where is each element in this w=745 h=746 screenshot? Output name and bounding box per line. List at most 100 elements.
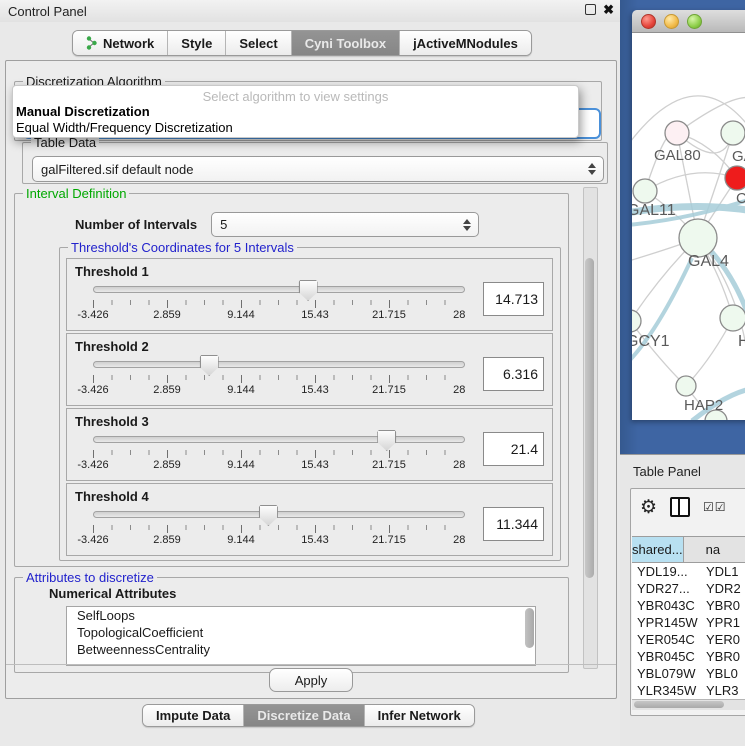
table-row[interactable]: YDL19...YDL1 xyxy=(632,563,745,580)
table-panel-box: ⚙ ☑☑ shared... na YDL19...YDL1 YDR27...Y… xyxy=(630,488,745,716)
tab-impute-data[interactable]: Impute Data xyxy=(143,705,244,726)
dropdown-item-equal-width-frequency[interactable]: Equal Width/Frequency Discretization xyxy=(13,120,578,136)
slider-thumb[interactable] xyxy=(377,430,396,451)
apply-row: Apply xyxy=(6,664,616,695)
table-row[interactable]: YBL079WYBL0 xyxy=(632,665,745,682)
slider-track[interactable] xyxy=(93,361,465,368)
network-desktop-frame: GAL80 GA C GAL11 GAL4 GCY1 H HAP2 xyxy=(620,0,745,454)
table-horizontal-scrollbar[interactable] xyxy=(632,699,745,710)
network-window[interactable]: GAL80 GA C GAL11 GAL4 GCY1 H HAP2 xyxy=(632,10,745,420)
combo-spinner-icon xyxy=(463,219,471,231)
threshold-4-value-field[interactable]: 11.344 xyxy=(483,507,544,541)
panel-scrollbar[interactable] xyxy=(583,187,598,669)
gear-icon[interactable]: ⚙ xyxy=(640,498,657,517)
select-columns-icon[interactable]: ☑☑ xyxy=(703,500,727,514)
control-panel: Control Panel ✖ Network Style Select Cyn… xyxy=(0,0,620,745)
column-header-shared-name[interactable]: shared... xyxy=(632,537,684,562)
apply-button[interactable]: Apply xyxy=(269,668,353,692)
network-window-titlebar xyxy=(632,10,745,33)
float-window-icon[interactable] xyxy=(585,4,596,15)
network-canvas[interactable]: GAL80 GA C GAL11 GAL4 GCY1 H HAP2 xyxy=(632,33,745,420)
threshold-4-slider[interactable]: -3.426 2.859 9.144 15.43 21.715 28 xyxy=(93,504,463,548)
list-scrollbar[interactable] xyxy=(525,608,534,648)
zoom-traffic-icon[interactable] xyxy=(687,14,702,29)
tab-select[interactable]: Select xyxy=(226,31,291,55)
tab-network[interactable]: Network xyxy=(73,31,168,55)
table-scrollbar-thumb[interactable] xyxy=(634,701,724,708)
node-label: HAP2 xyxy=(684,397,723,414)
node-attribute-table[interactable]: shared... na YDL19...YDL1 YDR27...YDR2 Y… xyxy=(632,536,745,704)
group-title: Attributes to discretize xyxy=(23,570,157,585)
slider-scale-labels: -3.426 2.859 9.144 15.43 21.715 28 xyxy=(93,309,463,322)
node-upper-right[interactable] xyxy=(721,121,745,145)
interval-definition-group: Interval Definition Number of Intervals … xyxy=(14,193,569,567)
tab-jactivemnodules[interactable]: jActiveMNodules xyxy=(400,31,531,55)
slider-track[interactable] xyxy=(93,286,465,293)
list-item[interactable]: SelfLoops xyxy=(67,607,535,624)
node-h[interactable] xyxy=(720,305,745,331)
table-row[interactable]: YBR045CYBR0 xyxy=(632,648,745,665)
tab-discretize-data[interactable]: Discretize Data xyxy=(244,705,364,726)
panel-title: Control Panel xyxy=(0,4,87,19)
column-header-name[interactable]: na xyxy=(684,537,745,562)
node-label: GCY1 xyxy=(632,333,670,350)
dropdown-item-manual-discretization[interactable]: Manual Discretization xyxy=(13,104,578,120)
tab-infer-network[interactable]: Infer Network xyxy=(365,705,474,726)
node-label: GAL11 xyxy=(632,202,676,219)
node-label: C xyxy=(736,190,745,207)
slider-thumb[interactable] xyxy=(200,355,219,376)
list-item[interactable]: TopologicalCoefficient xyxy=(67,624,535,641)
table-row[interactable]: YPR145WYPR1 xyxy=(632,614,745,631)
slider-ticks xyxy=(93,300,463,308)
table-row[interactable]: YBR043CYBR0 xyxy=(632,597,745,614)
numerical-attributes-list[interactable]: SelfLoops TopologicalCoefficient Between… xyxy=(66,606,536,666)
node-gal4[interactable] xyxy=(679,219,717,257)
node-label: GAL80 xyxy=(654,147,701,164)
node-gcy1[interactable] xyxy=(632,310,641,332)
node-hap2[interactable] xyxy=(676,376,696,396)
threshold-1-slider[interactable]: -3.426 2.859 9.144 15.43 21.715 28 xyxy=(93,279,463,323)
tab-style[interactable]: Style xyxy=(168,31,226,55)
top-tab-bar: Network Style Select Cyni Toolbox jActiv… xyxy=(72,30,532,56)
panel-scrollbar-thumb[interactable] xyxy=(585,258,594,578)
slider-ticks xyxy=(93,525,463,533)
tab-cyni-toolbox[interactable]: Cyni Toolbox xyxy=(292,31,400,55)
table-panel-title: Table Panel xyxy=(620,455,745,479)
slider-track[interactable] xyxy=(93,436,465,443)
table-data-combobox[interactable]: galFiltered.sif default node xyxy=(32,156,604,182)
table-toolbar: ⚙ ☑☑ xyxy=(631,489,745,525)
slider-thumb[interactable] xyxy=(299,280,318,301)
table-header-row: shared... na xyxy=(632,536,745,563)
threshold-3-panel: Threshold 3 -3.426 2.859 9.144 15.43 xyxy=(66,408,553,481)
slider-thumb[interactable] xyxy=(259,505,278,526)
threshold-3-slider[interactable]: -3.426 2.859 9.144 15.43 21.715 28 xyxy=(93,429,463,473)
slider-track[interactable] xyxy=(93,511,465,518)
table-data-group: Table Data galFiltered.sif default node xyxy=(22,142,608,184)
group-title: Threshold's Coordinates for 5 Intervals xyxy=(68,240,297,255)
threshold-1-value-field[interactable]: 14.713 xyxy=(483,282,544,316)
threshold-2-slider[interactable]: -3.426 2.859 9.144 15.43 21.715 28 xyxy=(93,354,463,398)
number-of-intervals-label: Number of Intervals xyxy=(75,217,197,232)
table-row[interactable]: YER054CYER0 xyxy=(632,631,745,648)
split-columns-icon[interactable] xyxy=(670,497,690,517)
node-gal80[interactable] xyxy=(665,121,689,145)
threshold-4-panel: Threshold 4 -3.426 2.859 9.144 15.43 xyxy=(66,483,553,556)
list-item[interactable]: BetweennessCentrality xyxy=(67,641,535,658)
combo-spinner-icon xyxy=(588,163,596,175)
cyni-toolbox-panel: Discretization Algorithm Table Data galF… xyxy=(5,60,617,699)
threshold-3-value-field[interactable]: 21.4 xyxy=(483,432,544,466)
slider-ticks xyxy=(93,375,463,383)
close-icon[interactable]: ✖ xyxy=(603,3,614,16)
node-red-selected[interactable] xyxy=(725,166,745,190)
threshold-2-value-field[interactable]: 6.316 xyxy=(483,357,544,391)
attributes-to-discretize-group: Attributes to discretize Numerical Attri… xyxy=(14,577,569,673)
minimize-traffic-icon[interactable] xyxy=(664,14,679,29)
node-gal11[interactable] xyxy=(633,179,657,203)
close-traffic-icon[interactable] xyxy=(641,14,656,29)
table-row[interactable]: YLR345WYLR3 xyxy=(632,682,745,699)
slider-ticks xyxy=(93,450,463,458)
threshold-1-panel: Threshold 1 -3.426 2.859 9.144 15.43 xyxy=(66,258,553,331)
bottom-tab-bar: Impute Data Discretize Data Infer Networ… xyxy=(142,704,475,727)
number-of-intervals-combobox[interactable]: 5 xyxy=(211,212,479,237)
table-row[interactable]: YDR27...YDR2 xyxy=(632,580,745,597)
